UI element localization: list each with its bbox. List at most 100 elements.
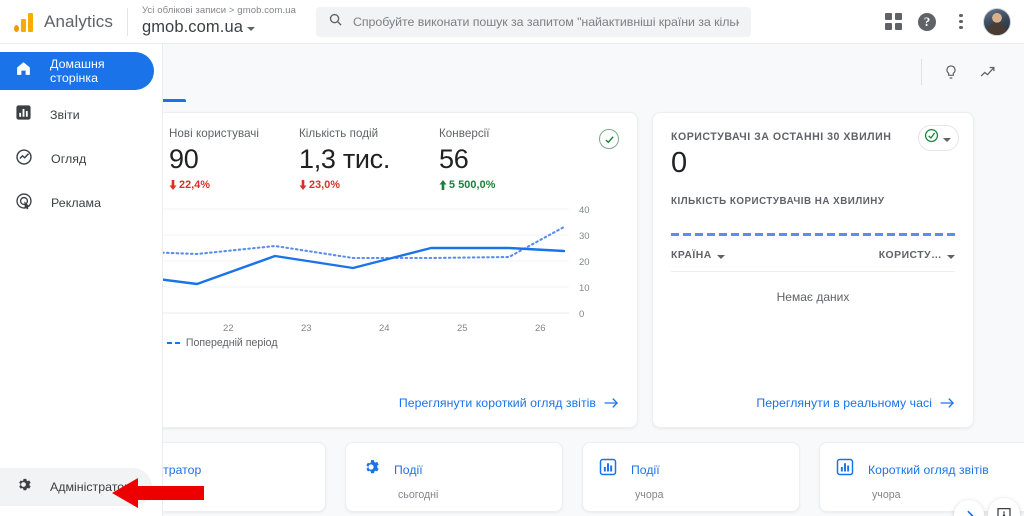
chart-legend: 7 днів Попередній період: [109, 337, 639, 349]
view-realtime-link[interactable]: Переглянути в реальному часі: [756, 396, 955, 410]
column-country[interactable]: КРАЇНА: [671, 250, 725, 261]
header-divider: [126, 7, 128, 36]
realtime-table-header: КРАЇНА КОРИСТУ…: [671, 250, 955, 272]
chart-svg: 40 30 20 10 0 21 22 23 24 25 26: [109, 205, 590, 334]
tile-label: Короткий огляд звітів: [868, 462, 989, 477]
sidebar-item-home[interactable]: Домашня сторінка: [0, 52, 154, 90]
sidebar-item-reports[interactable]: Звіти: [0, 96, 154, 134]
svg-text:22: 22: [223, 323, 234, 334]
svg-text:26: 26: [535, 323, 546, 334]
series-previous-period: [117, 225, 566, 260]
svg-text:24: 24: [379, 323, 390, 334]
sidebar-item-label: Звіти: [50, 108, 80, 122]
svg-text:10: 10: [579, 283, 590, 294]
reports-bar-chart-icon: [15, 104, 32, 126]
metric-event-count: Кількість подій 1,3 тис. 23,0%: [299, 127, 439, 191]
kebab-menu-icon[interactable]: [944, 5, 978, 39]
realtime-card: КОРИСТУВАЧІ ЗА ОСТАННІ 30 ХВИЛИН 0 КІЛЬК…: [652, 112, 974, 428]
metric-value: 90: [169, 144, 199, 174]
svg-text:20: 20: [579, 257, 590, 268]
realtime-user-count: 0: [671, 147, 687, 179]
column-users[interactable]: КОРИСТУ…: [879, 250, 955, 261]
apps-grid-icon[interactable]: [876, 5, 910, 39]
recent-tiles-row: стратор Події сьогодні Події учора Корот…: [108, 442, 1024, 512]
chevron-down-icon: [943, 137, 951, 142]
account-selector[interactable]: Усі облікові записи > gmob.com.ua gmob.c…: [141, 5, 296, 37]
reports-bar-chart-icon: [836, 458, 854, 481]
realtime-subtitle: КІЛЬКІСТЬ КОРИСТУВАЧІВ НА ХВИЛИНУ: [671, 196, 885, 207]
feedback-icon: [997, 508, 1011, 516]
column-users-label: КОРИСТУ…: [878, 250, 942, 261]
arrow-down-icon: [299, 180, 307, 191]
svg-text:30: 30: [579, 231, 590, 242]
sidebar-item-advertising[interactable]: Реклама: [0, 184, 154, 222]
link-label: Переглянути короткий огляд звітів: [398, 396, 596, 410]
realtime-card-footer: Переглянути в реальному часі: [653, 379, 973, 427]
arrow-right-icon: [940, 398, 955, 408]
check-circle-icon: [599, 129, 619, 149]
svg-text:25: 25: [457, 323, 468, 334]
check-circle-icon: [924, 128, 939, 148]
search-placeholder: Спробуйте виконати пошук за запитом "най…: [352, 14, 739, 29]
overview-card: Нові користувачі 90 22,4% Кількість поді…: [108, 112, 638, 428]
tile-subtitle: учора: [635, 489, 664, 501]
recent-tile-events-today[interactable]: Події сьогодні: [345, 442, 563, 512]
metric-value: 56: [439, 144, 469, 174]
toolbar-divider: [921, 59, 922, 85]
brand-title: Analytics: [44, 11, 113, 31]
analytics-logo-icon: [14, 12, 33, 32]
metric-label: Кількість подій: [299, 127, 379, 140]
chevron-down-icon: [247, 26, 256, 31]
svg-text:40: 40: [579, 205, 590, 216]
search-input[interactable]: Спробуйте виконати пошук за запитом "най…: [315, 6, 751, 37]
advertising-target-icon: [15, 192, 33, 215]
sidebar-item-label: Реклама: [51, 196, 102, 210]
metric-strip: Нові користувачі 90 22,4% Кількість поді…: [109, 113, 637, 191]
tile-label: стратор: [157, 462, 202, 477]
active-tab-indicator: [160, 99, 186, 102]
legend-previous-label: Попередній період: [185, 337, 278, 349]
realtime-minute-bars: [671, 233, 955, 236]
tile-header: Події: [362, 458, 546, 481]
metric-label: Конверсії: [439, 127, 490, 140]
top-app-bar: Analytics Усі облікові записи > gmob.com…: [0, 0, 1024, 44]
tile-header: Події: [599, 458, 783, 481]
trend-line-icon[interactable]: [972, 57, 1002, 87]
annotation-arrow: [112, 478, 204, 508]
legend-previous: Попередній період: [166, 337, 278, 349]
chevron-right-icon: [966, 510, 973, 516]
top-bar-actions: ?: [876, 5, 1024, 39]
user-avatar[interactable]: [983, 7, 1011, 36]
sidebar-item-label: Огляд: [51, 152, 87, 166]
help-circle-icon[interactable]: ?: [910, 5, 944, 39]
view-reports-snapshot-link[interactable]: Переглянути короткий огляд звітів: [399, 396, 619, 410]
chevron-down-icon: [716, 255, 725, 259]
sidebar-item-explore[interactable]: Огляд: [0, 140, 154, 178]
tile-label: Події: [631, 462, 660, 477]
reports-bar-chart-icon: [599, 458, 617, 481]
overview-card-footer: днів Переглянути короткий огляд звітів: [109, 379, 637, 427]
search-icon: [328, 12, 343, 32]
home-icon: [15, 60, 32, 82]
recent-tile-events-yesterday[interactable]: Події учора: [582, 442, 800, 512]
overview-cards-row: Нові користувачі 90 22,4% Кількість поді…: [108, 112, 974, 428]
account-breadcrumb: Усі облікові записи > gmob.com.ua: [141, 5, 296, 17]
svg-text:0: 0: [579, 309, 584, 320]
arrow-down-icon: [169, 180, 177, 191]
realtime-empty-state: Немає даних: [776, 290, 850, 304]
realtime-status-selector[interactable]: [918, 125, 959, 151]
svg-text:23: 23: [301, 323, 312, 334]
metric-delta: 23,0%: [299, 179, 439, 191]
overview-line-chart: 40 30 20 10 0 21 22 23 24 25 26: [109, 205, 639, 335]
explore-compass-icon: [15, 148, 33, 171]
analytics-home-page: Analytics Усі облікові записи > gmob.com…: [0, 0, 1024, 516]
link-label: Переглянути в реальному часі: [756, 396, 932, 410]
metric-value: 1,3 тис.: [299, 144, 391, 174]
lightbulb-icon[interactable]: [936, 57, 966, 87]
gear-icon: [15, 476, 32, 498]
realtime-title: КОРИСТУВАЧІ ЗА ОСТАННІ 30 ХВИЛИН: [671, 131, 892, 143]
tile-label: Події: [394, 462, 423, 477]
arrow-up-icon: [439, 180, 447, 191]
metric-delta: 5 500,0%: [439, 179, 569, 191]
left-sidebar: Домашня сторінка Звіти Огляд Реклама Адм…: [0, 44, 163, 516]
